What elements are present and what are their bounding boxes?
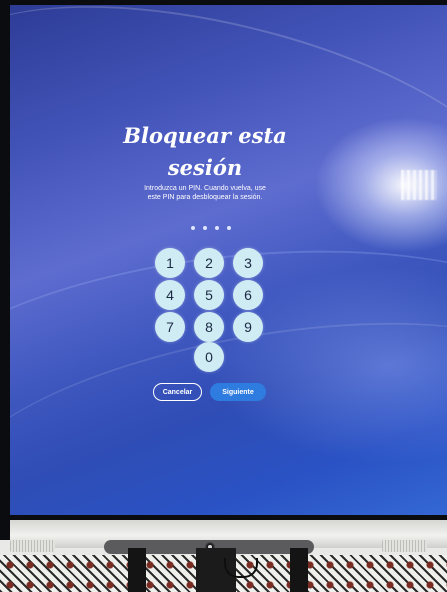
pin-indicator [191, 226, 231, 230]
speaker-grille [10, 540, 55, 552]
key-8[interactable]: 8 [194, 312, 224, 342]
monitor-stand [128, 548, 146, 592]
cancel-button[interactable]: Cancelar [153, 383, 202, 401]
lock-title: Bloquear esta sesión [123, 123, 287, 180]
lock-screen [10, 5, 447, 515]
key-6[interactable]: 6 [233, 280, 263, 310]
pin-dot [227, 226, 231, 230]
key-0[interactable]: 0 [194, 342, 224, 372]
pin-dot [203, 226, 207, 230]
key-5[interactable]: 5 [194, 280, 224, 310]
key-3[interactable]: 3 [233, 248, 263, 278]
screen-glare [401, 170, 437, 200]
key-9[interactable]: 9 [233, 312, 263, 342]
speaker-grille [382, 540, 427, 552]
pin-dot [215, 226, 219, 230]
key-1[interactable]: 1 [155, 248, 185, 278]
next-button[interactable]: Siguiente [210, 383, 266, 401]
monitor-stand [290, 548, 308, 592]
pin-dot [191, 226, 195, 230]
key-2[interactable]: 2 [194, 248, 224, 278]
lock-description: Introduzca un PIN. Cuando vuelva, use es… [144, 185, 266, 201]
key-7[interactable]: 7 [155, 312, 185, 342]
key-4[interactable]: 4 [155, 280, 185, 310]
